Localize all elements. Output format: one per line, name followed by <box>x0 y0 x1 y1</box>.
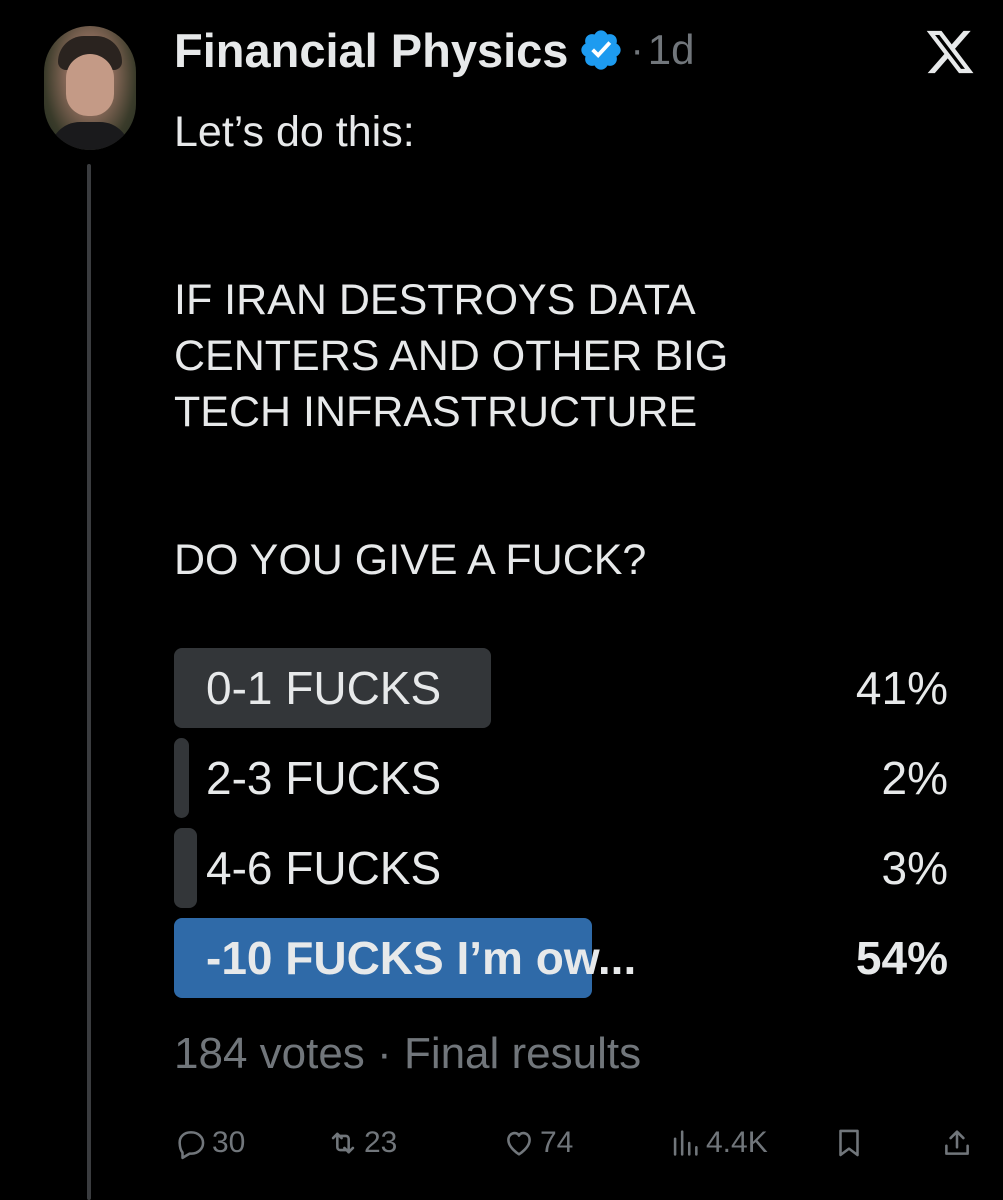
poll-option-percent: 41% <box>855 662 948 714</box>
poll-option-percent: 3% <box>881 842 948 894</box>
action-bar: 30 23 74 4.4K <box>174 1118 984 1168</box>
poll-option[interactable]: 0-1 FUCKS 41% <box>174 648 948 728</box>
tweet-text-line: TECH INFRASTRUCTURE <box>174 388 698 436</box>
poll-bar <box>174 738 189 818</box>
poll-option-label: 4-6 FUCKS <box>206 842 442 894</box>
poll-option-label: 0-1 FUCKS <box>206 662 442 714</box>
verified-badge-icon <box>578 27 624 73</box>
repost-button[interactable]: 23 <box>326 1118 397 1168</box>
views-icon <box>673 1130 698 1156</box>
poll-votes: 184 votes <box>174 1029 365 1078</box>
avatar-shirt <box>50 122 130 150</box>
poll-option[interactable]: 4-6 FUCKS 3% <box>174 828 948 908</box>
poll-option[interactable]: -10 FUCKS I’m ow... 54% <box>174 918 948 998</box>
poll-option[interactable]: 2-3 FUCKS 2% <box>174 738 948 818</box>
like-count: 74 <box>540 1126 574 1159</box>
poll-option-percent: 2% <box>881 752 948 804</box>
like-button[interactable]: 74 <box>502 1118 573 1168</box>
poll: 0-1 FUCKS 41% 2-3 FUCKS 2% 4-6 FUCKS 3% … <box>174 648 948 1008</box>
avatar[interactable] <box>44 26 136 150</box>
thread-line <box>87 164 91 1200</box>
poll-status: Final results <box>403 1029 642 1078</box>
poll-option-percent: 54% <box>855 932 948 984</box>
share-icon <box>945 1130 969 1155</box>
reply-count: 30 <box>212 1126 246 1159</box>
tweet-text-line: Let’s do this: <box>174 108 415 156</box>
views-count: 4.4K <box>706 1126 768 1159</box>
bookmark-icon <box>839 1129 859 1157</box>
heart-icon <box>507 1131 531 1156</box>
tweet-text: Let’s do this: IF IRAN DESTROYS DATA CEN… <box>174 104 974 588</box>
bookmark-button[interactable] <box>832 1118 870 1168</box>
views-button[interactable]: 4.4K <box>668 1118 768 1168</box>
poll-option-label: 2-3 FUCKS <box>206 752 442 804</box>
tweet-text-line: CENTERS AND OTHER BIG <box>174 332 729 380</box>
tweet-time[interactable]: 1d <box>648 26 695 74</box>
x-logo-icon[interactable] <box>924 26 976 78</box>
repost-count: 23 <box>364 1126 398 1159</box>
poll-meta-separator: · <box>377 1029 392 1078</box>
poll-option-label: -10 FUCKS I’m ow... <box>206 932 637 984</box>
reply-button[interactable]: 30 <box>174 1118 245 1168</box>
author-display-name[interactable]: Financial Physics <box>174 23 568 78</box>
tweet-header: Financial Physics · 1d <box>174 22 695 78</box>
tweet-text-line: IF IRAN DESTROYS DATA <box>174 276 696 324</box>
poll-meta: 184 votes · Final results <box>174 1026 641 1082</box>
tweet-text-line: DO YOU GIVE A FUCK? <box>174 536 647 584</box>
repost-icon <box>331 1132 355 1154</box>
poll-bar <box>174 828 197 908</box>
share-button[interactable] <box>940 1118 978 1168</box>
avatar-face <box>66 54 114 116</box>
header-separator: · <box>630 27 644 72</box>
reply-icon <box>178 1131 205 1160</box>
